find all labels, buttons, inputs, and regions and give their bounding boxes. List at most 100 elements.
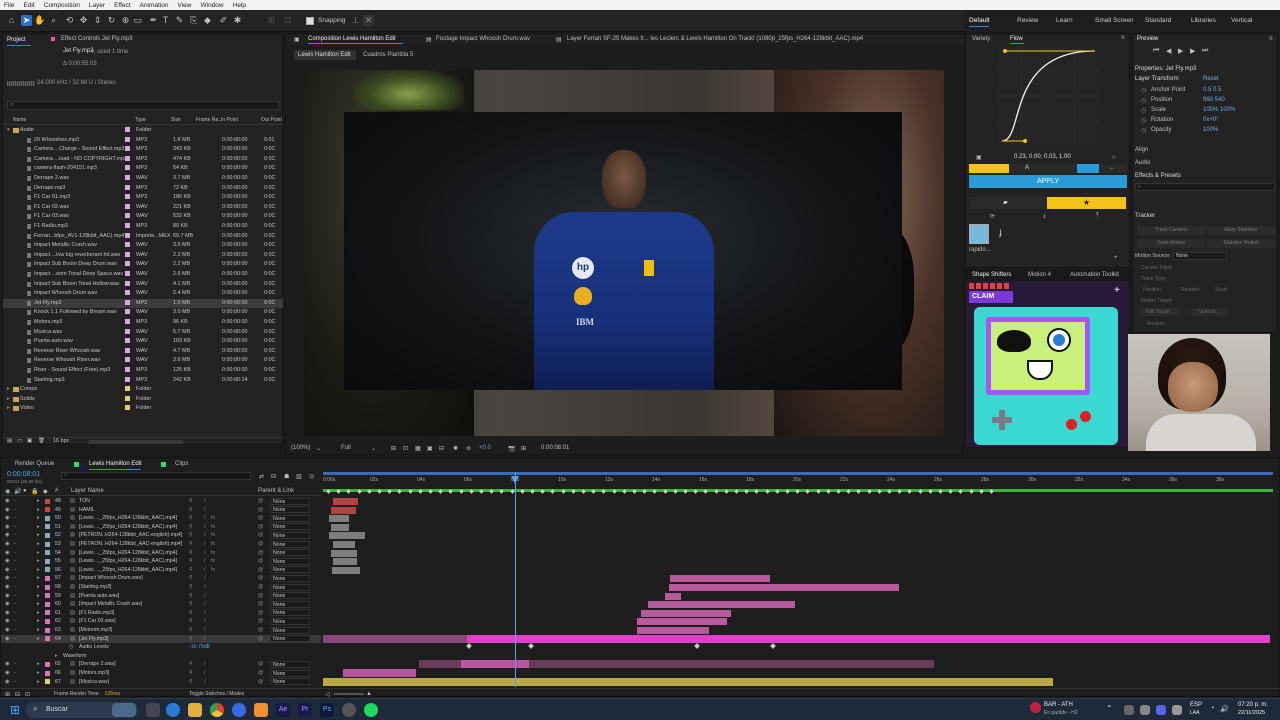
col-size[interactable]: Size <box>171 117 181 123</box>
pan-behind-tool-icon[interactable]: ⊕ <box>120 15 131 26</box>
interpret-footage-icon[interactable]: ▤ <box>7 438 12 444</box>
comp-marker-icon[interactable] <box>611 489 617 494</box>
pickwhip-icon[interactable]: @ <box>258 610 263 616</box>
reset-link[interactable]: Reset <box>1203 76 1219 82</box>
parent-select[interactable]: None <box>270 531 310 539</box>
pickwhip-icon[interactable]: @ <box>258 515 263 521</box>
stopwatch-icon[interactable]: ◷ <box>1141 87 1146 94</box>
label-color-swatch[interactable] <box>125 155 130 161</box>
keyframe-icon[interactable] <box>466 643 472 650</box>
pen-tool-icon[interactable]: ✒ <box>148 15 159 26</box>
chevron-right-icon[interactable]: ▸ <box>37 618 40 624</box>
parent-select[interactable]: None <box>270 514 310 522</box>
layer-label-color[interactable] <box>45 575 50 581</box>
pickwhip-icon[interactable]: @ <box>258 670 263 676</box>
project-item[interactable]: Camera ...Charge - Sound Effect.mp3 MP3 34… <box>3 145 283 155</box>
visibility-icon[interactable]: ◉ <box>5 488 10 495</box>
audio-toggle-icon[interactable]: ◦ <box>14 532 16 538</box>
layer-name[interactable]: [Lewis ..._25fps_H264-128kbit_AAC).mp4] <box>79 550 177 556</box>
fx-switch-icon[interactable]: fx <box>211 541 215 547</box>
property-value[interactable]: 0x+0° <box>1203 117 1219 123</box>
layer-label-color[interactable] <box>45 524 50 530</box>
comp-marker-icon[interactable] <box>815 489 821 494</box>
project-item[interactable]: Derrape.mp3 MP3 72 KB 0:00:00:00 0:0C <box>3 184 283 194</box>
audio-label[interactable]: Audio <box>1135 160 1150 166</box>
comp-marker-icon[interactable] <box>560 489 566 494</box>
project-item[interactable]: F1 Car 02.wav WAV 221 KB 0:00:00:00 0:0C <box>3 203 283 213</box>
chevron-right-icon[interactable]: ▸ <box>37 550 40 556</box>
layer-label-color[interactable] <box>45 507 50 513</box>
project-item[interactable]: F1 Car 01.mp3 MP3 186 KB 0:00:00:00 0:0C <box>3 193 283 203</box>
tab-composition[interactable]: Composition Lewis Hamilton Edit <box>308 36 396 42</box>
file-explorer-icon[interactable] <box>188 703 202 717</box>
project-item[interactable]: Reverse Riser Whoosh.wav WAV 4.7 MB 0:00:00… <box>3 347 283 357</box>
project-search-input[interactable]: ⌕ <box>7 101 279 110</box>
stopwatch-icon[interactable]: ◷ <box>1141 97 1146 104</box>
project-item[interactable]: Musica.wav WAV 5.7 MB 0:00:00:00 0:0C <box>3 328 283 338</box>
visibility-icon[interactable]: ◉ <box>5 532 10 538</box>
visibility-icon[interactable]: ◉ <box>5 627 10 633</box>
col-number[interactable]: # <box>55 488 58 494</box>
audio-toggle-icon[interactable]: ◦ <box>14 636 16 642</box>
quality-switch-icon[interactable]: / <box>204 550 205 556</box>
next-frame-icon[interactable]: ▶ <box>1190 47 1195 55</box>
comp-marker-icon[interactable] <box>907 489 913 494</box>
layer-bar[interactable] <box>329 532 365 540</box>
comp-marker-icon[interactable] <box>632 489 637 494</box>
quality-switch-icon[interactable]: / <box>204 558 205 564</box>
region-icon[interactable]: ▣ <box>427 445 433 452</box>
shy-switch-icon[interactable]: ⚲ <box>189 498 193 504</box>
axis-local-icon[interactable]: ⊞ <box>266 15 277 26</box>
tray-app2-icon[interactable] <box>1140 705 1150 715</box>
stopwatch-icon[interactable]: ◷ <box>1141 127 1146 134</box>
exposure-icon[interactable]: ✺ <box>453 445 458 452</box>
premiere-icon[interactable]: Pr <box>298 703 312 717</box>
property-value[interactable]: 960 540 <box>1203 97 1225 103</box>
pickwhip-icon[interactable]: @ <box>258 567 263 573</box>
layer-name[interactable]: [Lewis ..._25fps_H264-128kbit_AAC).mp4] <box>79 515 177 521</box>
comp-marker-icon[interactable] <box>520 489 525 494</box>
viewer-timecode[interactable]: 0:00:08:01 <box>541 445 569 451</box>
comp-marker-icon[interactable] <box>754 489 760 494</box>
layer-label-color[interactable] <box>45 584 50 590</box>
last-frame-icon[interactable]: ⏭ <box>1202 47 1208 55</box>
audio-toggle-icon[interactable]: ◦ <box>14 575 16 581</box>
project-folder[interactable]: ▸ Comps Folder <box>3 385 283 395</box>
chevron-right-icon[interactable]: ▸ <box>37 601 40 607</box>
visibility-icon[interactable]: ◉ <box>5 558 10 564</box>
visibility-icon[interactable]: ◉ <box>5 541 10 547</box>
layer-row[interactable]: ◉ ◦ ▸ 52 ▤ [PETRON..H264-128kbit_AAC-english)… <box>1 531 321 540</box>
layer-row[interactable]: ◉ ◦ ▸ 56 ▤ [Lewis ..._25fps_H264-128kbit_AAC)… <box>1 566 321 575</box>
layer-name[interactable]: [Musica.wav] <box>79 679 109 685</box>
match-score[interactable]: BAR - ATH <box>1044 702 1073 708</box>
project-item[interactable]: F1 Radio.mp3 MP3 80 KB 0:00:00:00 0:0C <box>3 222 283 232</box>
label-color-swatch[interactable] <box>125 261 130 267</box>
spotify-icon[interactable] <box>364 703 378 717</box>
quality-switch-icon[interactable]: / <box>204 507 205 513</box>
visibility-icon[interactable]: ◉ <box>5 593 10 599</box>
comp-marker-icon[interactable] <box>448 489 454 494</box>
taskbar-search-input[interactable]: ⌕ Buscar <box>26 702 138 718</box>
chevron-right-icon[interactable]: ▸ <box>37 567 40 573</box>
shy-switch-icon[interactable]: ⚲ <box>189 636 193 642</box>
quality-switch-icon[interactable]: / <box>204 593 205 599</box>
fx-switch-icon[interactable]: fx <box>211 524 215 530</box>
comp-marker-icon[interactable] <box>938 489 943 494</box>
ease-out-button[interactable] <box>1077 164 1099 173</box>
layer-label-color[interactable] <box>45 636 50 642</box>
project-item[interactable]: Puerta auto.wav WAV 183 KB 0:00:00:00 0:0C <box>3 337 283 347</box>
draft-3d-icon[interactable]: ⊟ <box>271 473 276 480</box>
col-out-point[interactable]: Out Point <box>261 117 282 123</box>
toggle-modes-icon[interactable]: ⊟ <box>15 691 20 698</box>
parent-select[interactable]: None <box>270 506 310 514</box>
project-item[interactable]: Impact ...low big reverberant hit.wav WAV… <box>3 251 283 261</box>
label-color-swatch[interactable] <box>125 299 130 305</box>
layer-bar[interactable] <box>669 584 899 591</box>
chevron-right-icon[interactable]: ▸ <box>37 670 40 676</box>
shy-switch-icon[interactable]: ⚲ <box>189 610 193 616</box>
axis-world-icon[interactable]: ⊡ <box>282 15 293 26</box>
layer-row[interactable]: ◉ ◦ ▸ 50 ▤ [Lewis ..._25fps_H264-128kbit_AAC)… <box>1 514 321 523</box>
quality-switch-icon[interactable]: / <box>204 575 205 581</box>
visibility-icon[interactable]: ◉ <box>5 636 10 642</box>
layer-bar[interactable] <box>641 609 731 617</box>
